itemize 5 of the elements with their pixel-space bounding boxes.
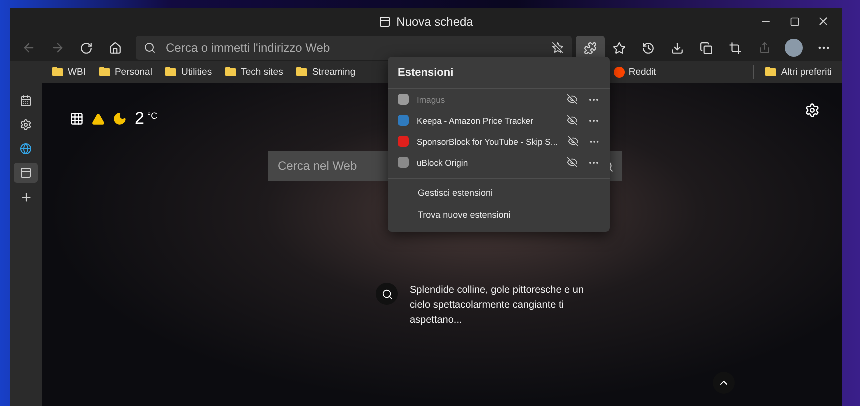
window-title: Nuova scheda — [396, 14, 474, 28]
menu-title: Estensioni — [388, 57, 610, 89]
temperature: 2 — [135, 109, 144, 129]
temperature-unit: °C — [147, 111, 158, 121]
image-caption: Splendide colline, gole pittoresche e un cielo spettacolarmente cangiante ti aspettano... — [410, 284, 586, 328]
